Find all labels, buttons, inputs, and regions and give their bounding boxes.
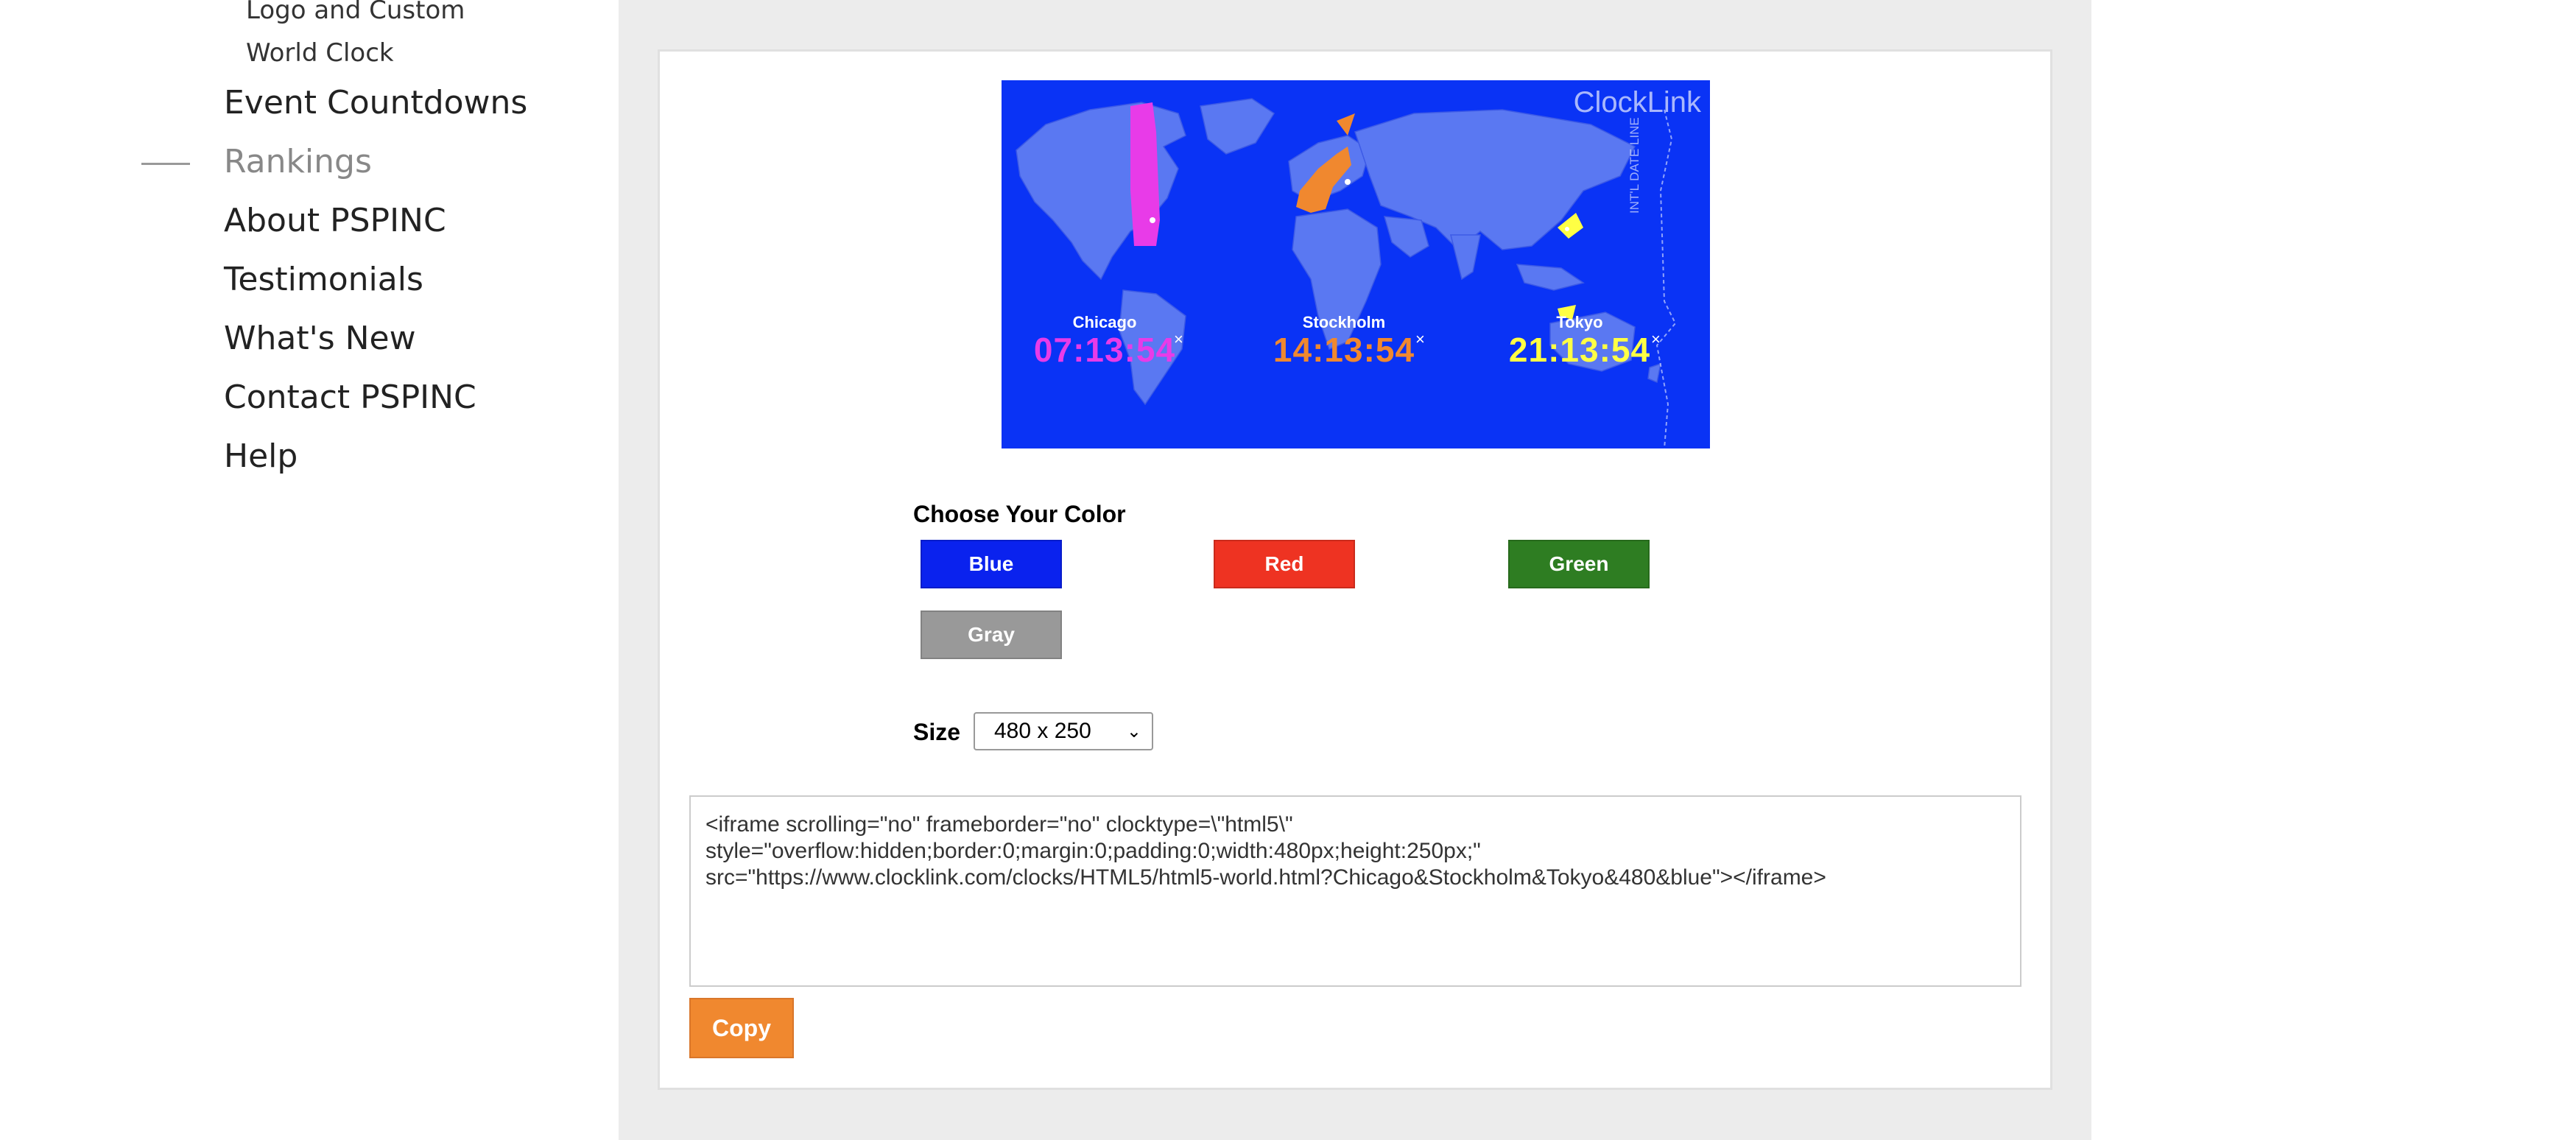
sidebar-item-contact-pspinc[interactable]: Contact PSPINC	[224, 379, 476, 416]
sidebar-item-help[interactable]: Help	[224, 437, 298, 475]
remove-chicago-icon[interactable]: ×	[1174, 330, 1183, 349]
color-green-button[interactable]: Green	[1508, 540, 1650, 588]
chevron-down-icon: ⌄	[1126, 722, 1141, 742]
size-select[interactable]: 480 x 250 ⌄	[974, 712, 1153, 750]
remove-stockholm-icon[interactable]: ×	[1415, 330, 1425, 349]
sidebar: Logo and Custom World Clock Event Countd…	[0, 0, 619, 1140]
sidebar-item-rankings[interactable]: Rankings	[224, 143, 372, 180]
size-label: Size	[913, 719, 961, 745]
city-time-tokyo: 21:13:54	[1508, 331, 1651, 369]
sidebar-item-whats-new[interactable]: What's New	[224, 320, 416, 357]
sidebar-item-testimonials[interactable]: Testimonials	[224, 261, 423, 298]
world-clock-preview: ClockLink	[1002, 80, 1710, 448]
clocklink-logo: ClockLink	[1573, 86, 1701, 119]
copy-button[interactable]: Copy	[689, 998, 794, 1058]
sidebar-item-event-countdowns[interactable]: Event Countdowns	[224, 84, 527, 122]
sidebar-subitem-logo-custom[interactable]: Logo and Custom	[246, 0, 465, 25]
sidebar-item-about-pspinc[interactable]: About PSPINC	[224, 202, 446, 239]
city-time-chicago: 07:13:54	[1033, 331, 1176, 369]
choose-color-label: Choose Your Color	[913, 501, 1126, 527]
city-time-stockholm: 14:13:54	[1273, 331, 1415, 369]
embed-code-textarea[interactable]: <iframe scrolling="no" frameborder="no" …	[689, 795, 2021, 987]
color-gray-button[interactable]: Gray	[921, 611, 1062, 659]
sidebar-subitem-world-clock[interactable]: World Clock	[246, 38, 394, 68]
date-line-label: INT'L DATE LINE	[1627, 117, 1641, 214]
world-map	[1016, 98, 1677, 448]
color-blue-button[interactable]: Blue	[921, 540, 1062, 588]
color-red-button[interactable]: Red	[1214, 540, 1355, 588]
remove-tokyo-icon[interactable]: ×	[1651, 330, 1661, 349]
size-select-value: 480 x 250	[994, 719, 1091, 743]
date-line	[1655, 109, 1677, 448]
active-indicator	[141, 163, 190, 165]
